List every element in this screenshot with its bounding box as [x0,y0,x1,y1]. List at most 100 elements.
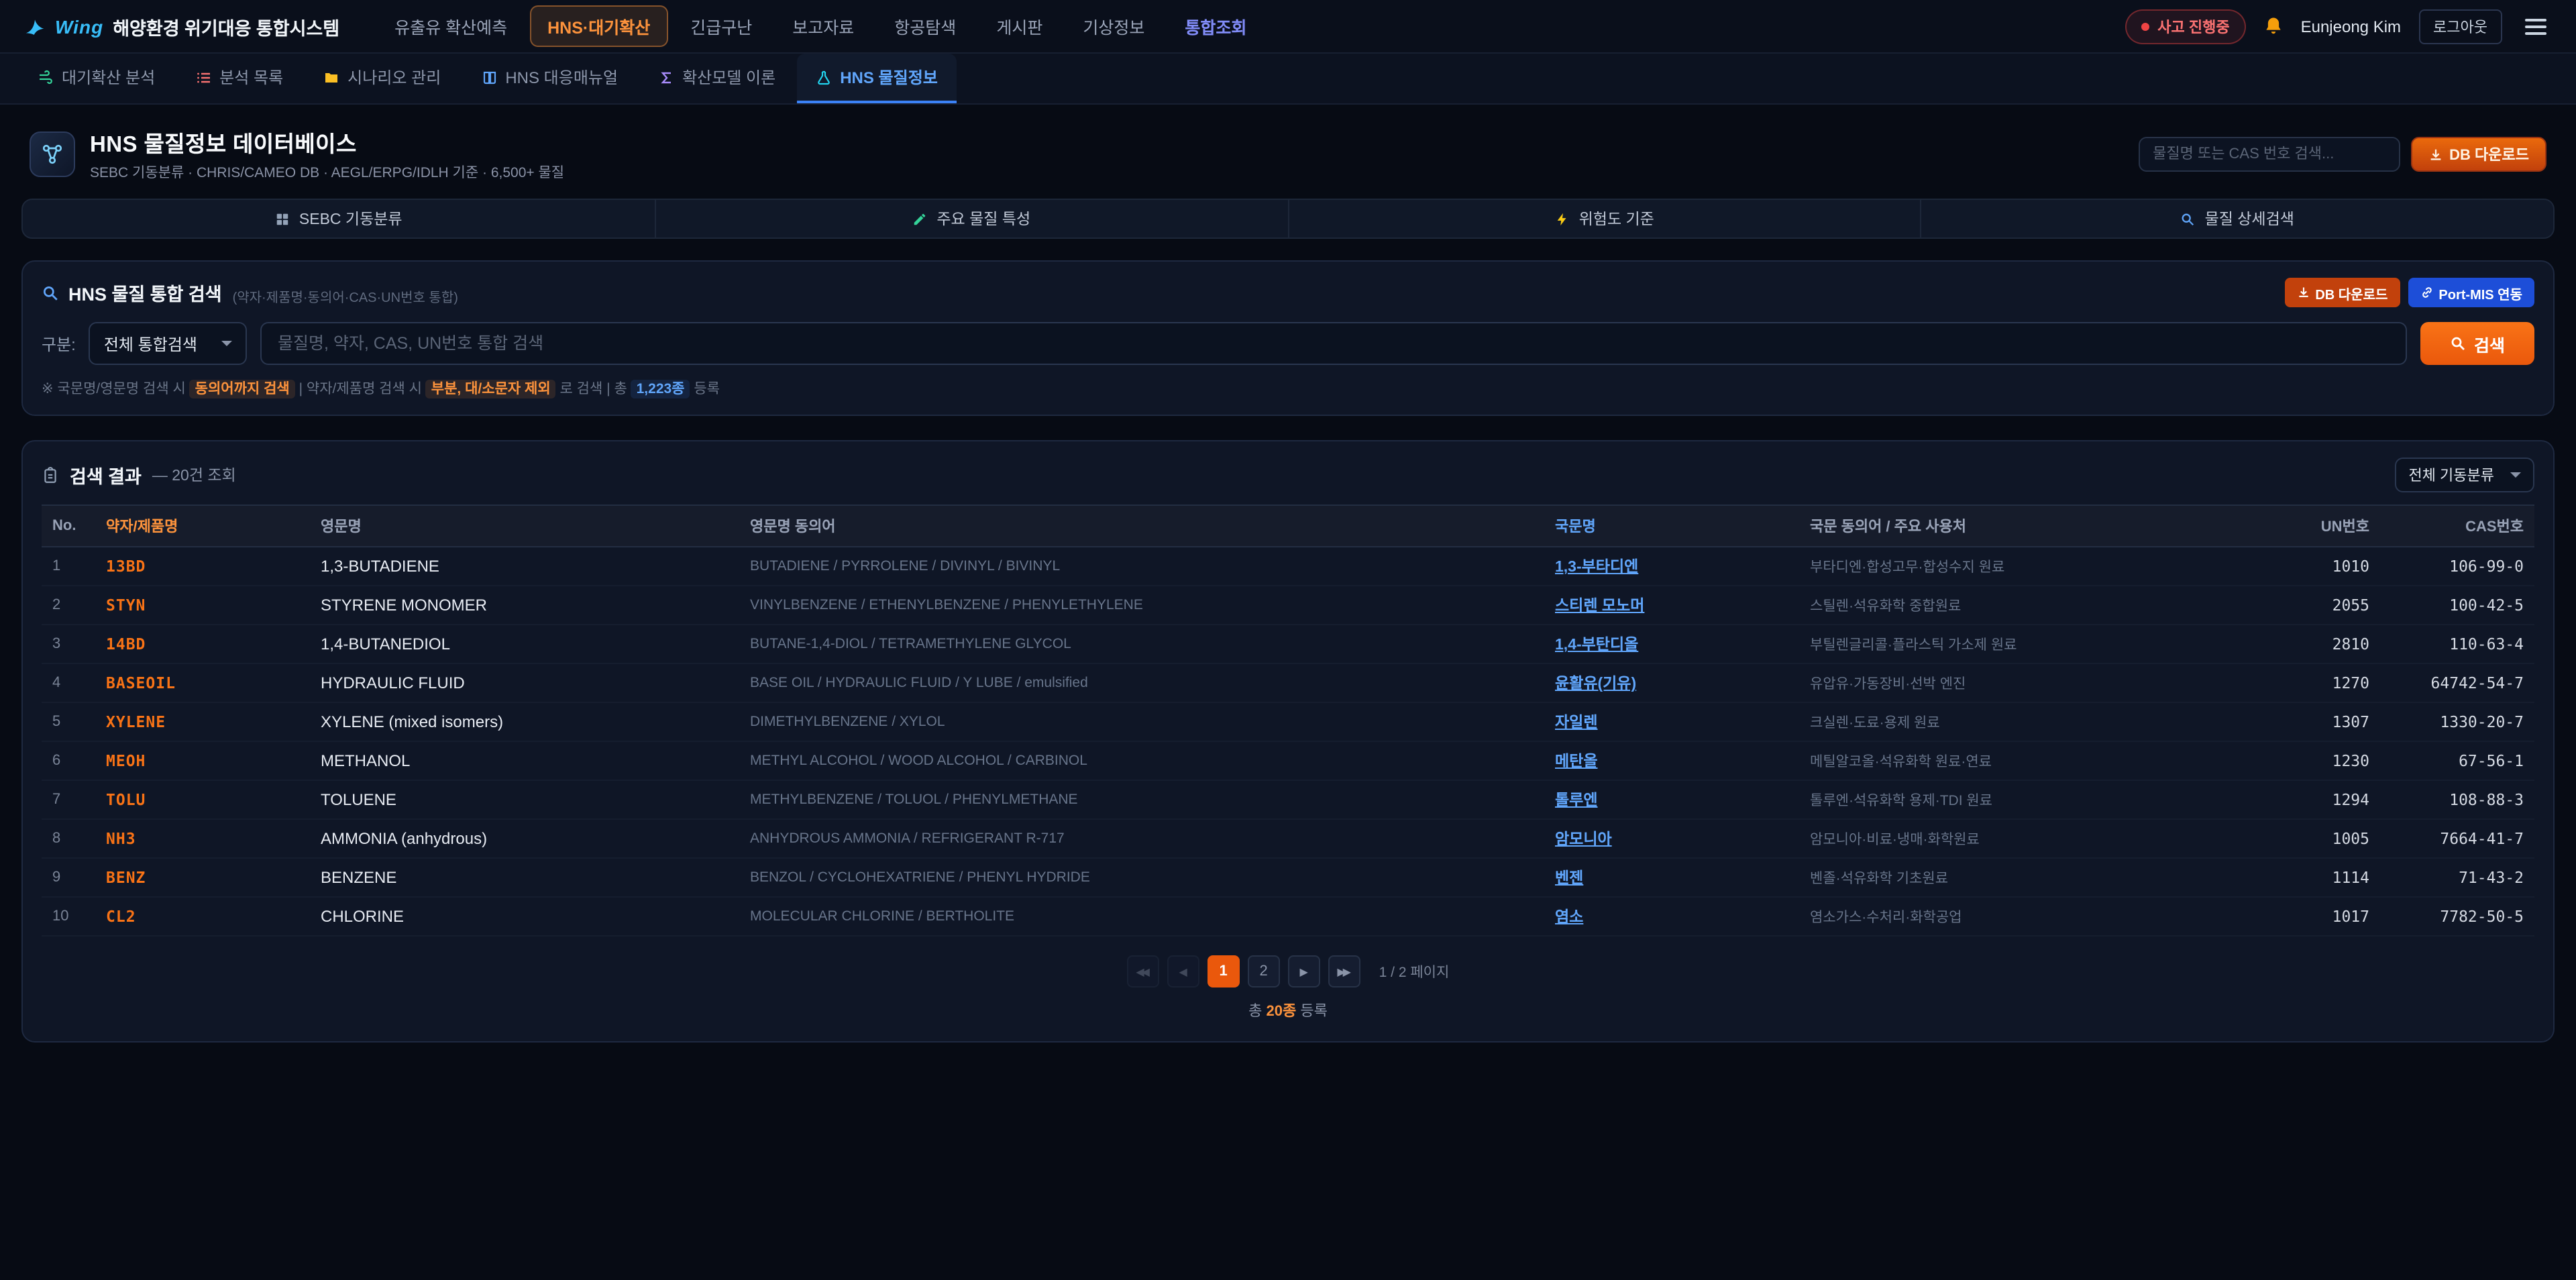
brand-name: Wing [55,15,103,37]
pagination-info: 1 / 2 페이지 [1379,961,1450,981]
search-panel-actions: DB 다운로드 Port-MIS 연동 [2284,278,2534,307]
total-count: 20종 [1267,1004,1297,1020]
flask-icon [816,69,832,85]
row-number: 5 [42,702,95,741]
pagination-prev-button[interactable]: ◀ [1167,955,1199,988]
tab-dispersion-analysis[interactable]: 대기확산 분석 [19,54,174,103]
quick-search-input[interactable] [2138,137,2400,172]
pagination-first-button[interactable]: ◀◀ [1127,955,1159,988]
nav-item-integrated-lookup[interactable]: 통합조회 [1167,5,1264,47]
tab-label: 시나리오 관리 [347,66,441,89]
substance-name-ko-link[interactable]: 윤활유(기유) [1555,676,1636,692]
portmis-link-button[interactable]: Port-MIS 연동 [2408,278,2534,307]
book-icon [481,69,497,85]
menu-icon[interactable] [2520,13,2552,40]
substance-synonyms-en: MOLECULAR CHLORINE / BERTHOLITE [739,897,1544,936]
system-title: 해양환경 위기대응 통합시스템 [113,13,339,40]
tab-label: HNS 대응매뉴얼 [505,66,618,89]
un-number: 1010 [2266,547,2380,586]
hint-text: 등록 [690,381,720,397]
nav-item-hns-dispersion[interactable]: HNS·대기확산 [530,5,667,47]
pagination-page-2[interactable]: 2 [1248,955,1280,988]
search-scope-value: 전체 통합검색 [104,332,197,355]
substance-synonyms-ko: 크실렌·도료·용제 원료 [1799,702,2266,741]
table-row[interactable]: 6 MEOH METHANOL METHYL ALCOHOL / WOOD AL… [42,741,2534,780]
un-number: 2810 [2266,625,2380,663]
page-subtitle: SEBC 기동분류 · CHRIS/CAMEO DB · AEGL/ERPG/I… [90,162,564,182]
pagination-last-button[interactable]: ▶▶ [1328,955,1360,988]
app-root: Wing 해양환경 위기대응 통합시스템 유출유 확산예측 HNS·대기확산 긴… [0,0,2576,1280]
substance-name-ko-link[interactable]: 톨루엔 [1555,793,1598,809]
table-row[interactable]: 1 13BD 1,3-BUTADIENE BUTADIENE / PYRROLE… [42,547,2534,586]
row-number: 2 [42,586,95,625]
search-panel-title-block: HNS 물질 통합 검색 (약자·제품명·동의어·CAS·UN번호 통합) [42,279,458,306]
tab-label: HNS 물질정보 [840,66,938,89]
results-table-body: 1 13BD 1,3-BUTADIENE BUTADIENE / PYRROLE… [42,547,2534,936]
substance-synonyms-en: METHYL ALCOHOL / WOOD ALCOHOL / CARBINOL [739,741,1544,780]
topnav-right: 사고 진행중 Eunjeong Kim 로그아웃 [2125,9,2552,44]
substance-name-ko-link[interactable]: 염소 [1555,910,1583,926]
hint-highlight-synonym: 동의어까지 검색 [190,380,295,398]
pagination-next-button[interactable]: ▶ [1288,955,1320,988]
substance-name-ko-link[interactable]: 암모니아 [1555,832,1612,848]
unified-search-input[interactable] [260,322,2407,365]
pagination-page-1[interactable]: 1 [1208,955,1240,988]
page-icon-tile [30,131,75,177]
substance-synonyms-ko: 스틸렌·석유화학 중합원료 [1799,586,2266,625]
pagination: ◀◀ ◀ 1 2 ▶ ▶▶ 1 / 2 페이지 [42,955,2534,988]
substance-name-ko-link[interactable]: 1,4-부탄디올 [1555,637,1638,653]
column-header-cas-number: CAS번호 [2380,505,2534,547]
tab-model-theory[interactable]: 확산모델 이론 [639,54,794,103]
logout-button[interactable]: 로그아웃 [2418,9,2502,44]
tab-scenario-management[interactable]: 시나리오 관리 [305,54,460,103]
table-row[interactable]: 4 BASEOIL HYDRAULIC FLUID BASE OIL / HYD… [42,663,2534,702]
download-icon [2296,286,2310,299]
un-number: 1114 [2266,858,2380,897]
hint-total-count: 1,223종 [631,380,690,398]
table-row[interactable]: 3 14BD 1,4-BUTANEDIOL BUTANE-1,4-DIOL / … [42,625,2534,663]
nav-item-rescue[interactable]: 긴급구난 [673,5,769,47]
notifications-button[interactable] [2263,16,2284,36]
tab-analysis-list[interactable]: 분석 목록 [176,54,302,103]
clipboard-icon [42,466,59,484]
tab-hns-substance-info[interactable]: HNS 물질정보 [797,54,957,103]
category-sebc-classification[interactable]: SEBC 기동분류 [23,200,656,237]
substance-name-ko-link[interactable]: 자일렌 [1555,715,1598,731]
nav-item-oil-spill[interactable]: 유출유 확산예측 [377,5,525,47]
tab-hns-manual[interactable]: HNS 대응매뉴얼 [462,54,637,103]
db-download-button[interactable]: DB 다운로드 [2410,137,2546,172]
table-row[interactable]: 2 STYN STYRENE MONOMER VINYLBENZENE / ET… [42,586,2534,625]
substance-name-en: 1,4-BUTANEDIOL [310,625,739,663]
substance-code: 14BD [95,625,310,663]
table-row[interactable]: 8 NH3 AMMONIA (anhydrous) ANHYDROUS AMMO… [42,819,2534,858]
incident-status-badge[interactable]: 사고 진행중 [2125,9,2245,44]
substance-name-ko-link[interactable]: 벤젠 [1555,871,1583,887]
nav-item-aerial-search[interactable]: 항공탐색 [877,5,973,47]
substance-name-ko-link[interactable]: 1,3-부타디엔 [1555,559,1638,576]
nav-item-weather[interactable]: 기상정보 [1065,5,1162,47]
nav-item-board[interactable]: 게시판 [979,5,1060,47]
nav-item-reports[interactable]: 보고자료 [775,5,871,47]
panel-db-download-button[interactable]: DB 다운로드 [2284,278,2400,307]
table-row[interactable]: 5 XYLENE XYLENE (mixed isomers) DIMETHYL… [42,702,2534,741]
table-row[interactable]: 7 TOLU TOLUENE METHYLBENZENE / TOLUOL / … [42,780,2534,819]
substance-synonyms-en: VINYLBENZENE / ETHENYLBENZENE / PHENYLET… [739,586,1544,625]
brand[interactable]: Wing 해양환경 위기대응 통합시스템 [24,13,339,40]
substance-synonyms-ko: 염소가스·수처리·화학공업 [1799,897,2266,936]
substance-name-en: 1,3-BUTADIENE [310,547,739,586]
classification-filter-value: 전체 기동분류 [2408,464,2494,486]
substance-name-ko-link[interactable]: 메탄올 [1555,754,1598,770]
substance-code: NH3 [95,819,310,858]
category-risk-criteria[interactable]: 위험도 기준 [1289,200,1922,237]
substance-name-ko-link[interactable]: 스티렌 모노머 [1555,598,1644,615]
substance-name-en: BENZENE [310,858,739,897]
search-button[interactable]: 검색 [2420,322,2534,365]
category-detail-search[interactable]: 물질 상세검색 [1922,200,2554,237]
classification-filter-select[interactable]: 전체 기동분류 [2395,458,2534,492]
substance-name-en: METHANOL [310,741,739,780]
category-substance-properties[interactable]: 주요 물질 특성 [656,200,1289,237]
table-row[interactable]: 10 CL2 CHLORINE MOLECULAR CHLORINE / BER… [42,897,2534,936]
search-scope-select[interactable]: 전체 통합검색 [89,322,247,365]
table-row[interactable]: 9 BENZ BENZENE BENZOL / CYCLOHEXATRIENE … [42,858,2534,897]
tab-label: 분석 목록 [219,66,283,89]
